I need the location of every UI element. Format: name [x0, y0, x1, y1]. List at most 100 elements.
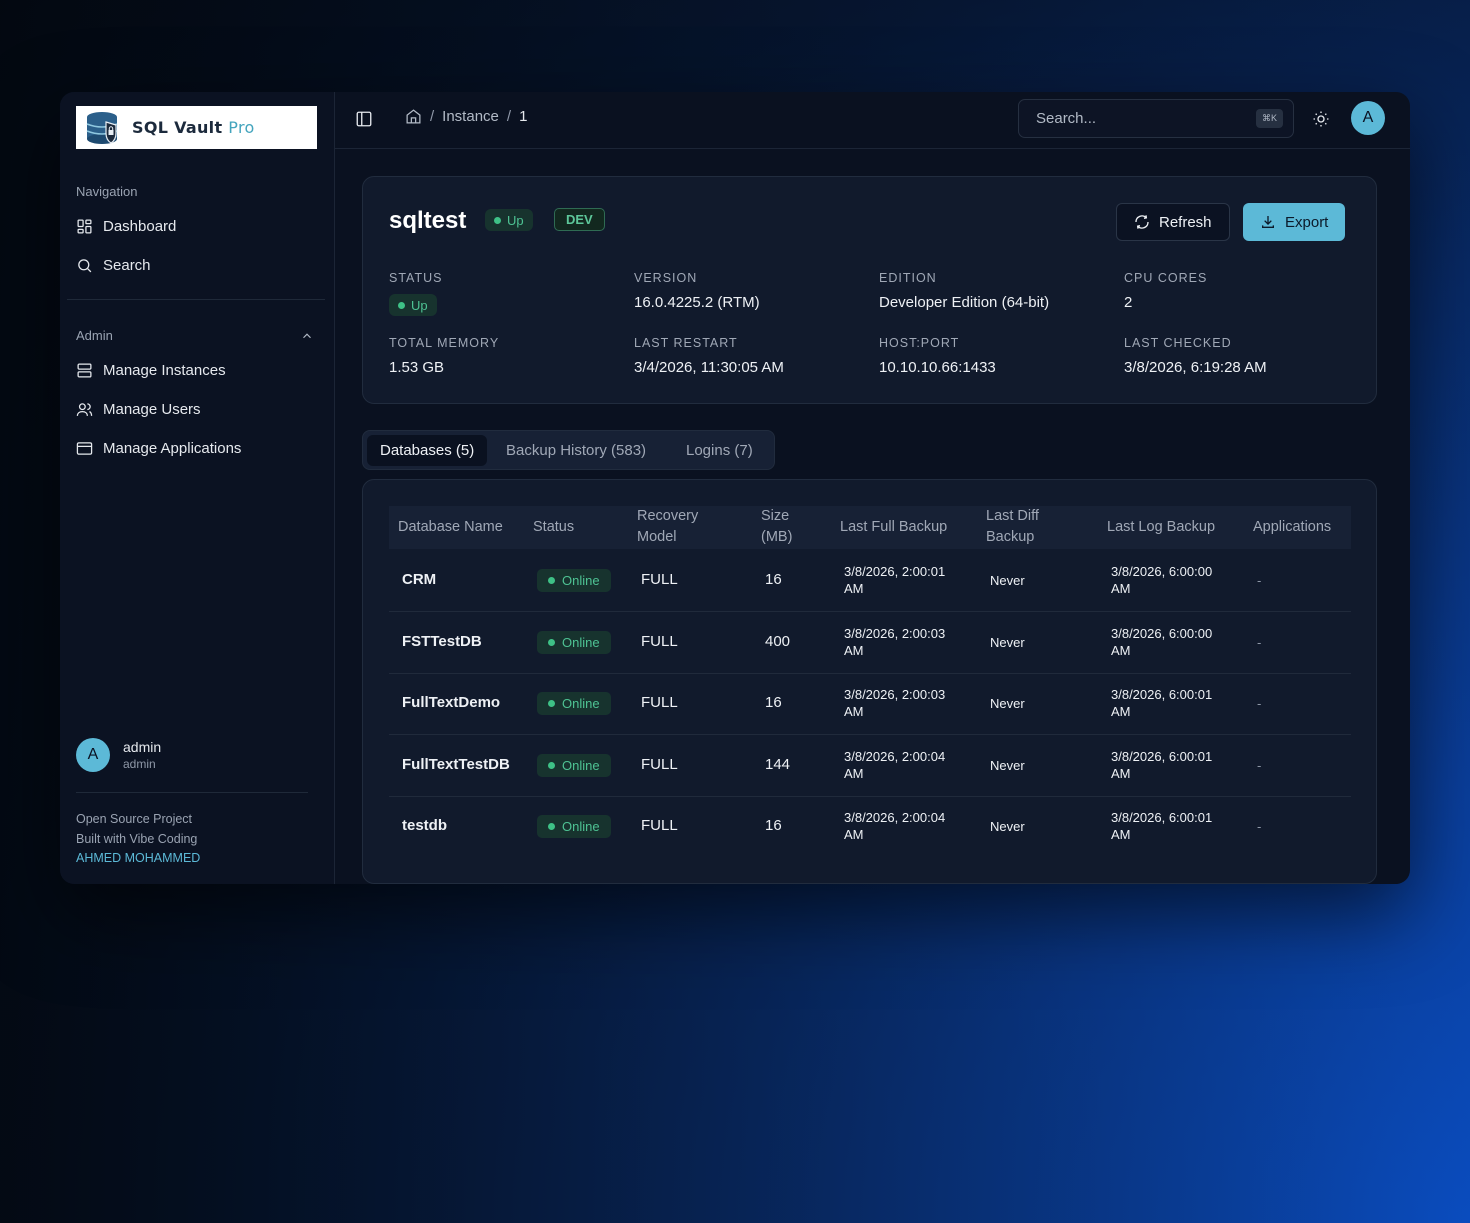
- table-row[interactable]: testdb Online FULL 16 3/8/2026, 2:00:04 AM Nev…: [389, 796, 1351, 858]
- database-name[interactable]: testdb: [402, 817, 447, 834]
- version-label: VERSION: [634, 271, 698, 285]
- last-log-backup-date: 3/8/2026, 6:00:01: [1111, 810, 1213, 825]
- applications: -: [1257, 696, 1262, 711]
- last-diff-backup: Never: [990, 758, 1025, 773]
- footer-line-1: Open Source Project: [76, 812, 193, 826]
- database-name[interactable]: FullTextTestDB: [402, 756, 510, 773]
- last-log-backup: 3/8/2026, 6:00:01 AM: [1111, 748, 1212, 782]
- col-size-line-1: Size: [761, 508, 790, 524]
- tab-databases[interactable]: Databases (5): [367, 435, 488, 466]
- sidebar-item-label: Manage Users: [103, 400, 201, 418]
- sidebar-item-search[interactable]: Search: [76, 249, 317, 281]
- status-badge: Online: [537, 569, 611, 592]
- checked-label: LAST CHECKED: [1124, 336, 1232, 350]
- sidebar-toggle-icon[interactable]: [355, 110, 373, 128]
- col-applications[interactable]: Applications: [1253, 517, 1331, 538]
- last-log-backup-ampm: AM: [1111, 581, 1131, 596]
- status-badge: Up: [485, 209, 533, 231]
- sun-icon[interactable]: [1312, 110, 1330, 128]
- col-recovery-model[interactable]: Recovery Model: [637, 506, 698, 548]
- database-name[interactable]: CRM: [402, 571, 436, 588]
- memory-value: 1.53 GB: [389, 359, 445, 376]
- last-diff-backup: Never: [990, 696, 1025, 711]
- last-full-backup-ampm: AM: [844, 827, 864, 842]
- app-window-icon: [76, 441, 93, 455]
- breadcrumb: / Instance / 1: [405, 108, 527, 125]
- search-input[interactable]: [1036, 110, 1236, 127]
- last-log-backup-date: 3/8/2026, 6:00:01: [1111, 687, 1213, 702]
- author-link[interactable]: AHMED MOHAMMED: [76, 851, 200, 865]
- export-button[interactable]: Export: [1243, 203, 1346, 241]
- chevron-up-icon[interactable]: [300, 329, 314, 343]
- search-shortcut: ⌘K: [1255, 109, 1283, 128]
- sidebar-item-manage-users[interactable]: Manage Users: [76, 393, 317, 425]
- sidebar-divider: [76, 792, 308, 793]
- col-last-log-backup[interactable]: Last Log Backup: [1107, 517, 1215, 538]
- database-name[interactable]: FullTextDemo: [402, 694, 500, 711]
- app-window: SQL Vault Pro Navigation Dashboard Searc…: [60, 92, 1410, 884]
- memory-label: TOTAL MEMORY: [389, 336, 500, 350]
- col-status[interactable]: Status: [533, 517, 574, 538]
- applications: -: [1257, 573, 1262, 588]
- last-full-backup: 3/8/2026, 2:00:03 AM: [844, 625, 945, 659]
- breadcrumb-instance[interactable]: Instance: [442, 108, 499, 125]
- database-shield-icon: [84, 110, 124, 146]
- admin-heading: Admin: [76, 328, 113, 343]
- app-logo[interactable]: SQL Vault Pro: [76, 106, 317, 149]
- sidebar-item-label: Search: [103, 256, 151, 274]
- size-mb: 16: [765, 571, 782, 588]
- last-full-backup-ampm: AM: [844, 643, 864, 658]
- col-database-name[interactable]: Database Name: [398, 517, 503, 538]
- global-search[interactable]: ⌘K: [1018, 99, 1294, 138]
- last-full-backup-ampm: AM: [844, 766, 864, 781]
- status-badge-label: Up: [507, 212, 524, 228]
- last-full-backup-date: 3/8/2026, 2:00:03: [844, 626, 946, 641]
- edition-label: EDITION: [879, 271, 937, 285]
- database-name[interactable]: FSTTestDB: [402, 633, 482, 650]
- last-diff-backup: Never: [990, 635, 1025, 650]
- status-value-badge: Up: [389, 294, 437, 316]
- sidebar-item-manage-applications[interactable]: Manage Applications: [76, 432, 317, 464]
- status-dot: [548, 823, 555, 830]
- sidebar-item-label: Manage Instances: [103, 361, 226, 379]
- databases-table-card: Database Name Status Recovery Model Size…: [362, 479, 1377, 884]
- col-last-full-backup[interactable]: Last Full Backup: [840, 517, 947, 538]
- applications: -: [1257, 819, 1262, 834]
- refresh-button[interactable]: Refresh: [1116, 203, 1230, 241]
- account-avatar[interactable]: A: [1351, 101, 1385, 135]
- tab-logins[interactable]: Logins (7): [673, 435, 766, 466]
- last-log-backup-ampm: AM: [1111, 643, 1131, 658]
- restart-value: 3/4/2026, 11:30:05 AM: [634, 359, 784, 376]
- instance-summary-card: sqltest Up DEV Refresh Export STATUS Up …: [362, 176, 1377, 404]
- applications: -: [1257, 758, 1262, 773]
- table-row[interactable]: FullTextTestDB Online FULL 144 3/8/2026, 2:0…: [389, 735, 1351, 797]
- checked-value: 3/8/2026, 6:19:28 AM: [1124, 359, 1267, 376]
- col-last-diff-backup[interactable]: Last Diff Backup: [986, 506, 1039, 548]
- version-value: 16.0.4225.2 (RTM): [634, 294, 760, 311]
- table-row[interactable]: CRM Online FULL 16 3/8/2026, 2:00:01 AM Never 3…: [389, 550, 1351, 612]
- refresh-icon: [1135, 215, 1149, 229]
- cpu-value: 2: [1124, 294, 1133, 311]
- table-row[interactable]: FullTextDemo Online FULL 16 3/8/2026, 2:00:0…: [389, 673, 1351, 735]
- status-label: STATUS: [389, 271, 443, 285]
- sidebar-item-dashboard[interactable]: Dashboard: [76, 210, 317, 242]
- logo-pro: Pro: [228, 118, 255, 137]
- refresh-label: Refresh: [1159, 213, 1212, 231]
- tab-backup-history[interactable]: Backup History (583): [493, 435, 659, 466]
- sidebar-item-manage-instances[interactable]: Manage Instances: [76, 354, 317, 386]
- table-row[interactable]: FSTTestDB Online FULL 400 3/8/2026, 2:00:03 A…: [389, 612, 1351, 674]
- edition-value: Developer Edition (64-bit): [879, 294, 1050, 311]
- last-log-backup: 3/8/2026, 6:00:00 AM: [1111, 625, 1212, 659]
- breadcrumb-separator: /: [506, 108, 512, 125]
- recovery-model: FULL: [641, 571, 678, 588]
- status-dot: [548, 639, 555, 646]
- col-size[interactable]: Size (MB): [761, 506, 792, 548]
- last-log-backup-ampm: AM: [1111, 704, 1131, 719]
- home-icon[interactable]: [405, 108, 422, 125]
- users-icon: [76, 402, 93, 416]
- col-diff-line-2: Backup: [986, 529, 1035, 545]
- user-name: admin: [123, 739, 162, 755]
- size-mb: 144: [765, 756, 791, 773]
- table-header: Database Name Status Recovery Model Size…: [389, 506, 1351, 549]
- user-profile[interactable]: A admin admin: [76, 738, 161, 772]
